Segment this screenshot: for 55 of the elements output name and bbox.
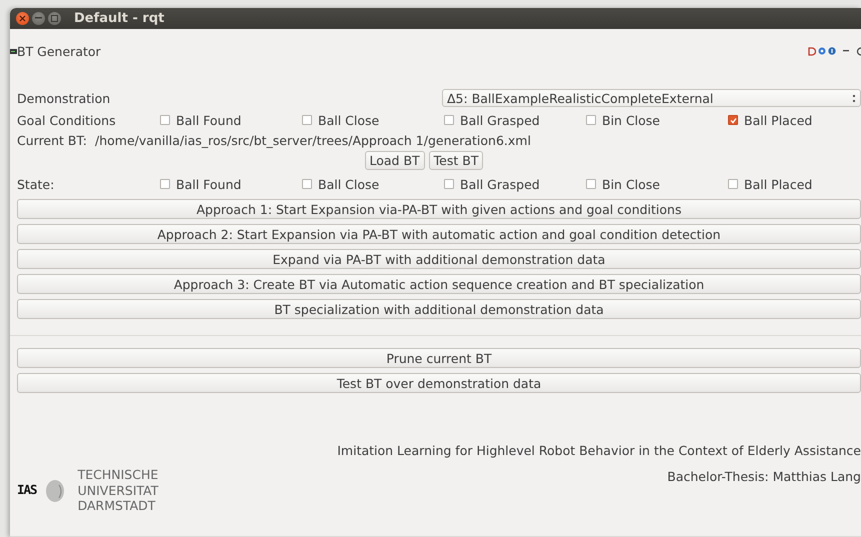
checkbox[interactable] [586,115,596,126]
demonstration-label: Demonstration [17,90,112,106]
dropdown-arrows-icon [853,94,856,102]
minimize-button[interactable] [32,12,45,25]
university-logo-text: TECHNISCHE [78,467,158,483]
checkbox-label: Ball Placed [744,176,812,192]
bt-button[interactable]: Test BT [428,151,484,170]
action-button[interactable]: Approach 3: Create BT via Automatic action sequence creation and BT specialization [17,274,861,294]
checkbox[interactable] [160,115,170,126]
checkbox[interactable] [728,115,738,126]
action-button[interactable]: BT specialization with additional demonstration data [17,299,861,320]
checkbox-label: Ball Placed [744,112,812,128]
checkbox[interactable] [302,179,312,190]
action-button[interactable]: Test BT over demonstration data [17,373,861,394]
goal-conditions-label: Goal Conditions [17,112,117,128]
close-button[interactable] [16,12,29,25]
athena-head-icon [44,478,65,503]
state-label: State: [17,176,56,192]
ias-logo: IAS [17,484,37,497]
checkbox[interactable] [728,179,738,190]
checkbox[interactable] [586,179,596,190]
bt-button[interactable]: Load BT [364,151,425,170]
checkbox[interactable] [302,115,312,126]
minimize-icon[interactable] [843,50,849,52]
current-bt-label: Current BT: [17,132,87,148]
checkbox[interactable] [444,115,454,126]
plugin-icon [10,48,17,54]
demonstration-dropdown[interactable]: Δ5: BallExampleRealisticCompleteExternal [442,89,861,108]
checkbox-label: Ball Close [318,112,380,128]
action-button[interactable]: Expand via PA-BT with additional demonstration data [17,249,861,270]
action-button[interactable]: Approach 1: Start Expansion via-PA-BT with given actions and goal conditions [17,199,861,220]
current-bt-path: /home/vanilla/ias_ros/src/bt_server/trees/Approach 1/generation6.xml [94,132,531,148]
action-button[interactable]: Approach 2: Start Expansion via PA-BT with automatic action and goal condition detection [17,224,861,244]
checkbox[interactable] [444,179,454,190]
maximize-icon [51,14,58,22]
checkbox-label: Bin Close [602,176,660,192]
checkbox-label: Bin Close [602,112,660,128]
checkbox-label: Ball Grasped [460,176,540,192]
checkbox-label: Ball Found [176,176,242,192]
close-icon [19,14,26,22]
checkbox-label: Ball Close [318,176,380,192]
settings-icon[interactable] [818,47,826,56]
help-icon[interactable] [828,47,836,56]
checkbox-label: Ball Grasped [460,112,540,128]
minimize-icon [35,17,42,20]
maximize-button[interactable] [48,12,61,25]
university-logo-text: DARMSTADT [78,498,156,514]
checkbox[interactable] [160,179,170,190]
thesis-author: Bachelor-Thesis: Matthias Lang [667,469,861,484]
plugin-title: BT Generator [17,44,101,59]
window-title: Default - rqt [74,10,164,26]
checkbox-label: Ball Found [176,112,242,128]
thesis-title: Imitation Learning for Highlevel Robot Behavior in the Context of Elderly Assistance [337,443,861,458]
university-logo-text: UNIVERSITAT [78,482,158,498]
action-button[interactable]: Prune current BT [17,348,861,368]
